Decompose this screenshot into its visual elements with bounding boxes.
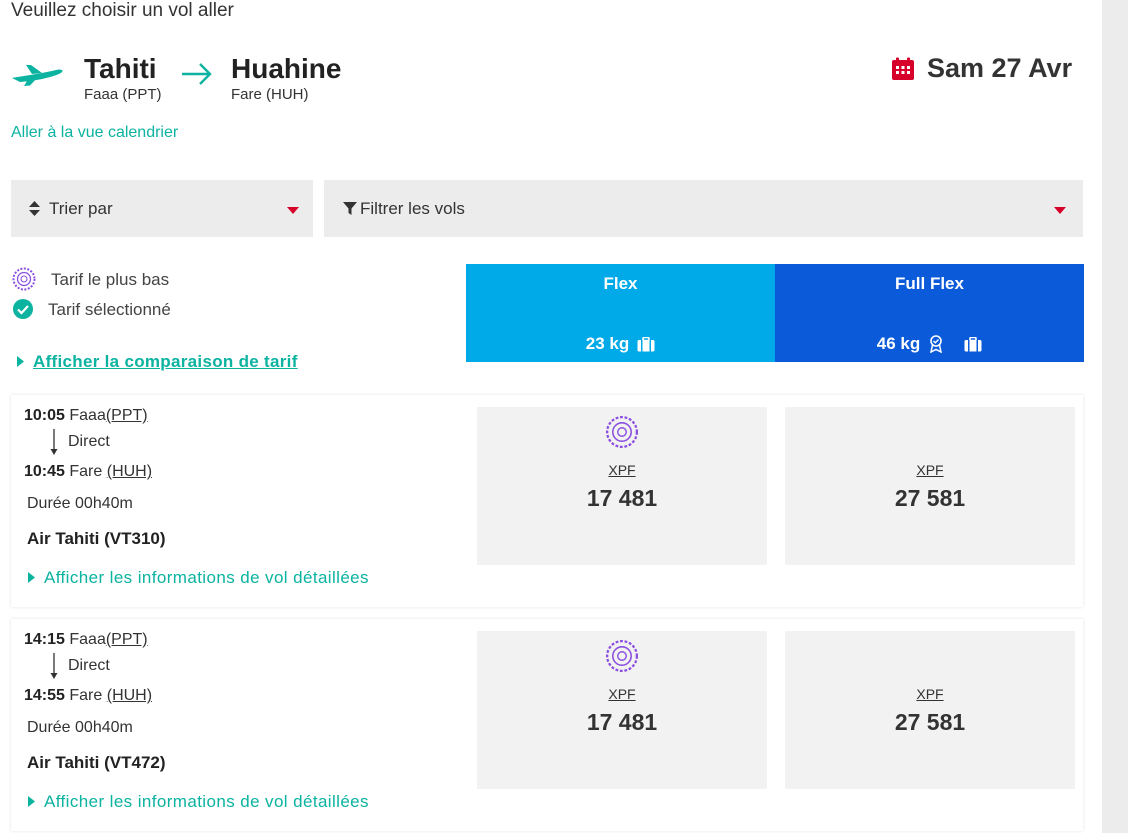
stop-type: Direct	[68, 657, 110, 674]
sort-caret-icon	[287, 207, 299, 214]
baggage-weight: 46 kg	[876, 334, 921, 353]
sort-icon	[29, 201, 40, 216]
price-amount: 17 481	[586, 709, 658, 735]
price-amount: 17 481	[586, 485, 658, 511]
arrival-airport: Fare	[69, 463, 103, 480]
departure-line: 14:15 Faaa(PPT)	[24, 631, 148, 649]
sort-label: Trier par	[49, 198, 113, 218]
price-cell-flex[interactable]: XPF 17 481	[477, 407, 767, 565]
fare-comparison-link[interactable]: Afficher la comparaison de tarif	[17, 352, 298, 372]
plane-icon	[12, 65, 63, 86]
arrival-code[interactable]: (HUH)	[107, 463, 152, 480]
flight-details-label: Afficher les informations de vol détaill…	[44, 792, 369, 811]
flight-card: 10:05 Faaa(PPT) Direct 10:45 Fare (HUH) …	[11, 395, 1083, 607]
fare-name: Full Flex	[895, 274, 964, 293]
destination-city: Huahine	[231, 53, 342, 84]
caret-right-icon	[28, 572, 35, 583]
price-currency: XPF	[916, 686, 944, 702]
filter-icon	[343, 202, 357, 215]
fare-comparison-label: Afficher la comparaison de tarif	[33, 352, 298, 371]
selected-fare-icon	[13, 299, 33, 319]
caret-right-icon	[28, 796, 35, 807]
filter-dropdown[interactable]: Filtrer les vols	[324, 180, 1083, 237]
departure-airport: Faaa	[69, 631, 106, 648]
price-amount: 27 581	[894, 709, 966, 735]
flight-duration: Durée 00h40m	[27, 495, 133, 512]
fare-header-flex: Flex 23 kg	[466, 264, 775, 362]
flight-details-link[interactable]: Afficher les informations de vol détaill…	[28, 792, 369, 812]
origin-city: Tahiti	[84, 53, 157, 84]
airline-flight-number: Air Tahiti (VT472)	[27, 753, 166, 772]
lowest-fare-icon	[605, 639, 639, 673]
fare-name: Flex	[603, 274, 638, 293]
arrival-time: 10:45	[24, 463, 65, 480]
price-currency: XPF	[608, 686, 636, 702]
stop-type: Direct	[68, 433, 110, 450]
baggage-icon	[637, 336, 655, 351]
flight-details-label: Afficher les informations de vol détaill…	[44, 568, 369, 587]
legend-lowest-label: Tarif le plus bas	[51, 270, 170, 289]
arrival-line: 10:45 Fare (HUH)	[24, 463, 152, 481]
price-currency: XPF	[608, 462, 636, 478]
legend-selected-label: Tarif sélectionné	[48, 300, 171, 319]
departure-time: 10:05	[24, 407, 65, 424]
lowest-fare-icon	[12, 267, 36, 291]
baggage-weight: 23 kg	[585, 334, 630, 353]
calendar-view-link[interactable]: Aller à la vue calendrier	[11, 124, 178, 142]
page-heading: Veuillez choisir un vol aller	[11, 0, 234, 21]
price-cell-flex[interactable]: XPF 17 481	[477, 631, 767, 789]
departure-code[interactable]: (PPT)	[106, 631, 148, 648]
departure-time: 14:15	[24, 631, 65, 648]
flight-duration: Durée 00h40m	[27, 719, 133, 736]
price-cell-full-flex[interactable]: XPF 27 581	[785, 631, 1075, 789]
price-cell-full-flex[interactable]: XPF 27 581	[785, 407, 1075, 565]
airline-flight-number: Air Tahiti (VT310)	[27, 529, 166, 548]
arrow-right-icon	[182, 63, 212, 85]
arrival-time: 14:55	[24, 687, 65, 704]
travel-date: Sam 27 Avr	[927, 53, 1073, 83]
caret-right-icon	[17, 356, 24, 367]
award-icon	[930, 335, 943, 353]
calendar-icon	[892, 57, 914, 80]
fare-header-full-flex: Full Flex 46 kg	[775, 264, 1084, 362]
baggage-icon	[964, 336, 982, 351]
origin-airport: Faaa (PPT)	[84, 86, 162, 103]
departure-line: 10:05 Faaa(PPT)	[24, 407, 148, 425]
arrival-line: 14:55 Fare (HUH)	[24, 687, 152, 705]
departure-code[interactable]: (PPT)	[106, 407, 148, 424]
departure-airport: Faaa	[69, 407, 106, 424]
price-amount: 27 581	[894, 485, 966, 511]
side-panel	[1102, 0, 1128, 833]
arrival-airport: Fare	[69, 687, 103, 704]
flight-card: 14:15 Faaa(PPT) Direct 14:55 Fare (HUH) …	[11, 619, 1083, 831]
filter-label: Filtrer les vols	[360, 198, 465, 218]
sort-dropdown[interactable]: Trier par	[11, 180, 313, 237]
lowest-fare-icon	[605, 415, 639, 449]
price-currency: XPF	[916, 462, 944, 478]
flight-details-link[interactable]: Afficher les informations de vol détaill…	[28, 568, 369, 588]
filter-caret-icon	[1054, 207, 1066, 214]
arrival-code[interactable]: (HUH)	[107, 687, 152, 704]
down-arrow-icon	[50, 653, 58, 679]
down-arrow-icon	[50, 429, 58, 455]
destination-airport: Fare (HUH)	[231, 86, 309, 103]
